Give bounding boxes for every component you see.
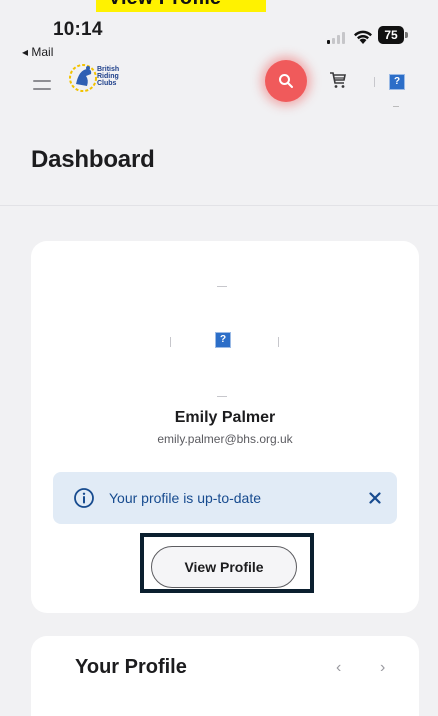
user-name: Emily Palmer — [174, 409, 276, 426]
wifi-icon — [354, 30, 372, 44]
loading-spinner-segment — [217, 396, 227, 397]
close-icon — [369, 492, 381, 504]
notice-text: Your profile is up-to-date — [109, 490, 262, 506]
back-to-mail-link[interactable]: ◂ Mail — [22, 45, 53, 59]
carousel-next-button[interactable]: › — [380, 659, 385, 677]
info-icon — [74, 488, 94, 508]
your-profile-card: Your Profile ‹ › — [31, 636, 419, 716]
tutorial-banner: View Profile — [96, 0, 266, 12]
loading-spinner-segment — [278, 337, 279, 347]
signal-icon — [327, 30, 345, 44]
profile-avatar: ? — [215, 332, 231, 348]
avatar-underline — [393, 106, 399, 107]
cart-icon[interactable] — [328, 70, 348, 90]
loading-spinner-segment — [217, 286, 227, 287]
dismiss-notice-button[interactable] — [361, 484, 389, 512]
status-time: 10:14 — [53, 19, 103, 40]
battery-icon: 75 — [378, 26, 408, 44]
search-icon — [279, 74, 293, 88]
search-button[interactable] — [265, 60, 307, 102]
view-profile-button[interactable]: View Profile — [151, 546, 297, 588]
profile-card: ? Emily Palmer emily.palmer@bhs.org.uk Y… — [31, 241, 419, 613]
menu-icon[interactable] — [33, 80, 51, 92]
header-divider — [374, 77, 375, 87]
page-title: Dashboard — [31, 146, 155, 173]
user-email: emily.palmer@bhs.org.uk — [157, 432, 293, 446]
title-separator — [0, 205, 438, 206]
user-avatar-button[interactable]: ? — [389, 74, 405, 90]
profile-status-notice: Your profile is up-to-date — [53, 472, 397, 524]
logo-text: British Riding Clubs — [97, 66, 120, 87]
loading-spinner-segment — [170, 337, 171, 347]
your-profile-title: Your Profile — [75, 656, 187, 678]
carousel-prev-button[interactable]: ‹ — [336, 659, 341, 677]
tutorial-banner-text: View Profile — [108, 0, 221, 10]
